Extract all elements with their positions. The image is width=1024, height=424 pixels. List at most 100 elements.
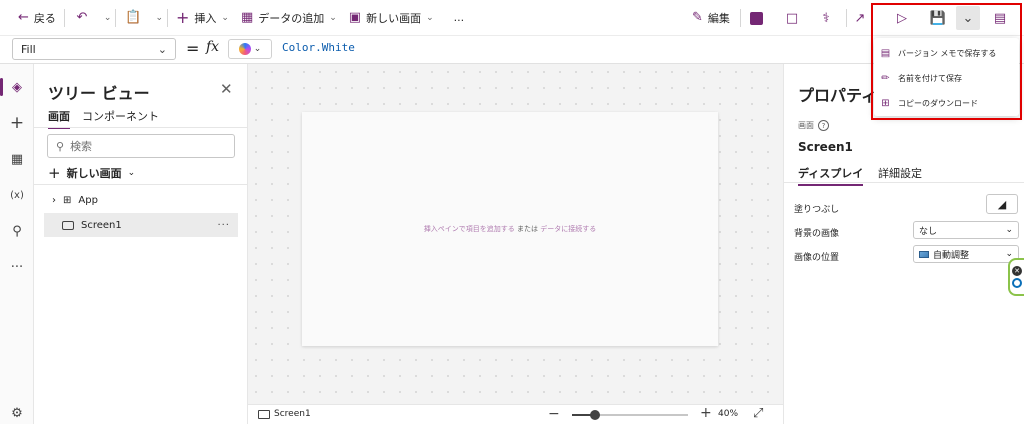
share-button[interactable]: ↗	[849, 4, 871, 32]
more-label: ...	[453, 11, 465, 24]
app-icon: ⊞	[63, 194, 72, 206]
zoom-slider[interactable]	[572, 410, 688, 420]
property-dropdown[interactable]: Fill ⌄	[12, 38, 176, 60]
comments-button[interactable]: □	[777, 4, 807, 32]
share-icon: ↗	[854, 10, 866, 26]
variables-icon: (x)	[10, 189, 24, 201]
clipboard-icon: 📋	[125, 10, 142, 25]
app-checker-button[interactable]	[741, 4, 771, 32]
chevron-down-icon: ⌄	[426, 12, 434, 23]
close-icon[interactable]: ✕	[220, 80, 233, 98]
panel-title: ツリー ビュー	[48, 84, 150, 103]
image-position-value: 自動調整	[933, 250, 970, 261]
divider	[34, 127, 248, 128]
chevron-down-icon: ⌄	[155, 12, 163, 23]
table-icon: ▦	[10, 151, 24, 167]
empty-screen-hint: 挿入ペインで項目を追加する または データに接続する	[424, 224, 596, 234]
divider	[167, 8, 168, 27]
fill-label: 塗りつぶし	[794, 205, 840, 215]
gear-icon: ⚙	[11, 405, 23, 421]
canvas-area: 挿入ペインで項目を追加する または データに接続する	[248, 64, 783, 404]
tree-node-label: Screen1	[81, 219, 122, 231]
new-screen-button[interactable]: ▣ 新しい画面 ⌄	[343, 4, 440, 32]
add-data-button[interactable]: ▦ データの追加 ⌄	[235, 4, 343, 32]
formula-input[interactable]: Color.White	[282, 41, 355, 54]
settings-rail-button[interactable]: ⚙	[0, 400, 34, 424]
undo-icon: ↶	[76, 10, 88, 25]
search-icon: ⚲	[56, 139, 65, 153]
tree-node-app[interactable]: › ⊞ App	[44, 188, 238, 212]
hint-data-link[interactable]: データに接続する	[540, 225, 596, 233]
tab-components[interactable]: コンポーネント	[82, 108, 159, 127]
hint-or: または	[517, 225, 538, 233]
plus-icon: +	[9, 113, 25, 133]
data-rail-button[interactable]: ▦	[0, 146, 34, 172]
table-add-icon: ▦	[240, 10, 254, 25]
background-image-value: なし	[919, 226, 938, 237]
side-extension-badge[interactable]: ✕	[1008, 258, 1024, 296]
paste-menu-button[interactable]: ⌄	[148, 4, 165, 32]
extension-icon[interactable]	[1012, 278, 1022, 288]
paste-button[interactable]: 📋	[118, 4, 148, 32]
hint-insert-link[interactable]: 挿入ペインで項目を追加する	[424, 225, 515, 233]
search-placeholder: 検索	[70, 140, 93, 153]
pencil-icon: ✎	[692, 10, 703, 25]
zoom-in-button[interactable]: +	[700, 405, 712, 421]
fx-icon[interactable]: fx	[206, 39, 219, 55]
search-input[interactable]: ⚲ 検索	[47, 134, 235, 158]
arrow-left-icon: ←	[18, 10, 29, 25]
current-screen-selector[interactable]: Screen1	[258, 409, 311, 419]
image-icon	[919, 250, 929, 258]
image-position-dropdown[interactable]: 自動調整 ⌄	[913, 245, 1019, 263]
chevron-right-icon: ›	[52, 194, 56, 206]
health-check-button[interactable]: ⚕	[811, 4, 841, 32]
divider	[115, 8, 117, 27]
zoom-out-button[interactable]: −	[548, 406, 560, 422]
fill-color-button[interactable]: ◢	[986, 194, 1018, 214]
copilot-button[interactable]: ⌄	[228, 39, 272, 59]
chevron-down-icon: ⌄	[1005, 225, 1013, 235]
divider	[846, 9, 847, 27]
back-button[interactable]: ← 戻る	[12, 4, 62, 32]
plus-icon: +	[176, 8, 190, 27]
background-image-dropdown[interactable]: なし ⌄	[913, 221, 1019, 239]
equals-sign: =	[186, 39, 200, 58]
node-more-button[interactable]: ···	[217, 220, 230, 231]
screen-artboard[interactable]: 挿入ペインで項目を追加する または データに接続する	[302, 112, 718, 346]
screen-add-icon: ▣	[348, 10, 362, 25]
stethoscope-icon: ⚕	[822, 10, 830, 26]
edit-button[interactable]: ✎ 編集	[686, 4, 736, 32]
status-bar: Screen1 − + 40% ⤢	[248, 404, 783, 424]
tree-view-rail-button[interactable]: ◈	[0, 74, 34, 100]
ellipsis-icon: ···	[10, 259, 24, 275]
variables-rail-button[interactable]: (x)	[0, 182, 34, 208]
control-type-label: 画面	[798, 121, 814, 130]
screen-icon	[62, 220, 74, 230]
zoom-value: 40%	[718, 409, 739, 419]
chevron-down-icon: ⌄	[127, 168, 136, 178]
paint-bucket-icon: ◢	[997, 197, 1007, 211]
layers-icon: ◈	[12, 79, 22, 95]
expand-icon[interactable]: ⤢	[753, 406, 763, 421]
chevron-down-icon: ⌄	[157, 42, 167, 56]
zoom-slider-thumb[interactable]	[590, 410, 600, 420]
insert-button[interactable]: + 挿入 ⌄	[170, 4, 235, 32]
comment-icon: □	[785, 10, 799, 26]
add-data-label: データの追加	[258, 11, 325, 25]
more-commands-button[interactable]: ...	[448, 4, 471, 32]
tree-node-screen1[interactable]: Screen1 ···	[44, 213, 238, 237]
screen-icon	[258, 409, 270, 419]
tree-view-panel: ツリー ビュー ✕ 画面 コンポーネント ⚲ 検索 + 新しい画面 ⌄ › ⊞ …	[34, 64, 248, 424]
insert-rail-button[interactable]: +	[0, 110, 34, 136]
tab-screens[interactable]: 画面	[48, 108, 70, 129]
panel-title: プロパティ	[798, 86, 878, 105]
undo-button[interactable]: ↶	[67, 4, 97, 32]
insert-label: 挿入	[194, 11, 217, 25]
more-rail-button[interactable]: ···	[0, 254, 34, 280]
chevron-down-icon: ⌄	[253, 44, 262, 54]
help-icon[interactable]: ?	[818, 120, 829, 131]
new-screen-button[interactable]: + 新しい画面 ⌄	[48, 164, 135, 182]
search-rail-button[interactable]: ⚲	[0, 218, 34, 244]
undo-menu-button[interactable]: ⌄	[97, 4, 114, 32]
close-circle-icon[interactable]: ✕	[1012, 266, 1022, 276]
